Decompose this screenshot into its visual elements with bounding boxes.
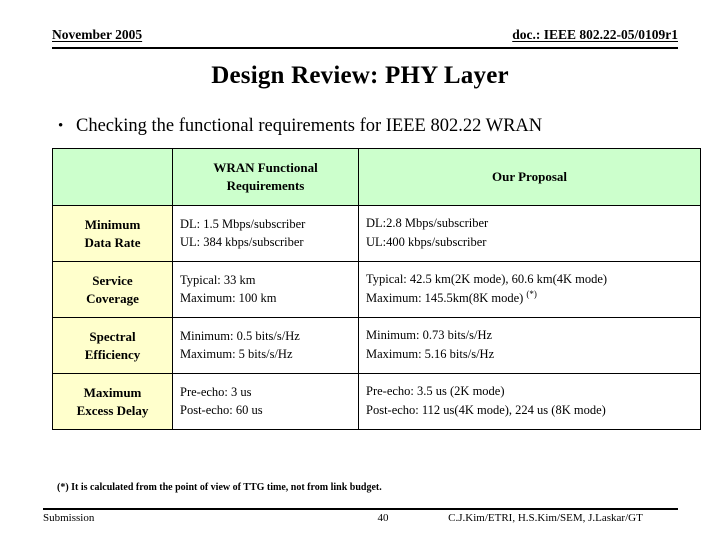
row-label-line-1: Service bbox=[92, 272, 133, 288]
footer-page-number: 40 bbox=[377, 512, 389, 524]
header-divider bbox=[52, 47, 678, 49]
requirement-line-1: DL: 1.5 Mbps/subscriber bbox=[180, 217, 306, 232]
row-proposal-service-coverage: Typical: 42.5 km(2K mode), 60.6 km(4K mo… bbox=[358, 261, 701, 318]
row-label-minimum-data-rate: Minimum Data Rate bbox=[52, 205, 173, 262]
proposal-line-1: Typical: 42.5 km(2K mode), 60.6 km(4K mo… bbox=[366, 272, 608, 287]
proposal-line-2-text: UL:400 kbps/subscriber bbox=[366, 235, 487, 250]
proposal-line-2-text: Maximum: 145.5km(8K mode) bbox=[366, 291, 524, 306]
row-label-spectral-efficiency: Spectral Efficiency bbox=[52, 317, 173, 374]
row-requirement-maximum-excess-delay: Pre-echo: 3 us Post-echo: 60 us bbox=[172, 373, 359, 430]
requirement-line-2: Maximum: 5 bits/s/Hz bbox=[180, 346, 293, 361]
row-proposal-maximum-excess-delay: Pre-echo: 3.5 us (2K mode) Post-echo: 11… bbox=[358, 373, 701, 430]
header-date: November 2005 bbox=[52, 27, 143, 42]
row-requirement-spectral-efficiency: Minimum: 0.5 bits/s/Hz Maximum: 5 bits/s… bbox=[172, 317, 359, 374]
table-row: Service Coverage Typical: 33 km Maximum:… bbox=[52, 261, 701, 318]
requirement-line-2: Maximum: 100 km bbox=[180, 290, 277, 305]
proposal-line-1: Pre-echo: 3.5 us (2K mode) bbox=[366, 384, 505, 399]
proposal-line-1: DL:2.8 Mbps/subscriber bbox=[366, 216, 489, 231]
row-label-line-2: Efficiency bbox=[84, 346, 141, 362]
row-label-line-2: Coverage bbox=[86, 290, 139, 306]
row-label-maximum-excess-delay: Maximum Excess Delay bbox=[52, 373, 173, 430]
proposal-line-2: Post-echo: 112 us(4K mode), 224 us (8K m… bbox=[366, 400, 693, 419]
page-title: Design Review: PHY Layer bbox=[211, 62, 509, 89]
requirements-table: WRAN Functional Requirements Our Proposa… bbox=[52, 148, 701, 430]
table-header-our-proposal: Our Proposal bbox=[358, 148, 701, 206]
proposal-line-2-text: Post-echo: 112 us(4K mode), 224 us (8K m… bbox=[366, 403, 606, 418]
row-label-line-2: Excess Delay bbox=[76, 402, 149, 418]
row-proposal-spectral-efficiency: Minimum: 0.73 bits/s/Hz Maximum: 5.16 bi… bbox=[358, 317, 701, 374]
table-header-row: WRAN Functional Requirements Our Proposa… bbox=[52, 148, 701, 206]
header-document-number: doc.: IEEE 802.22-05/0109r1 bbox=[512, 27, 678, 42]
wran-requirements-line-1: WRAN Functional bbox=[213, 160, 318, 176]
row-label-line-1: Spectral bbox=[89, 328, 136, 344]
bullet-item-text: Checking the functional requirements for… bbox=[76, 116, 543, 136]
footnote-marker: (*) bbox=[526, 289, 537, 300]
footer-divider bbox=[43, 508, 678, 510]
row-requirement-service-coverage: Typical: 33 km Maximum: 100 km bbox=[172, 261, 359, 318]
proposal-line-2-text: Maximum: 5.16 bits/s/Hz bbox=[366, 347, 495, 362]
row-label-line-1: Maximum bbox=[83, 384, 142, 400]
proposal-line-1: Minimum: 0.73 bits/s/Hz bbox=[366, 328, 493, 343]
table-row: Maximum Excess Delay Pre-echo: 3 us Post… bbox=[52, 373, 701, 430]
row-label-line-1: Minimum bbox=[84, 216, 141, 232]
row-label-line-2: Data Rate bbox=[84, 234, 141, 250]
wran-requirements-line-2: Requirements bbox=[226, 178, 305, 193]
requirement-line-2: Post-echo: 60 us bbox=[180, 402, 263, 417]
table-row: Minimum Data Rate DL: 1.5 Mbps/subscribe… bbox=[52, 205, 701, 262]
table-header-wran-requirements: WRAN Functional Requirements bbox=[172, 148, 359, 206]
footer-authors: C.J.Kim/ETRI, H.S.Kim/SEM, J.Laskar/GT bbox=[448, 512, 643, 524]
row-proposal-minimum-data-rate: DL:2.8 Mbps/subscriber UL:400 kbps/subsc… bbox=[358, 205, 701, 262]
requirement-line-1: Pre-echo: 3 us bbox=[180, 385, 252, 400]
bullet-dot-icon: • bbox=[58, 118, 64, 134]
footer-submission-label: Submission bbox=[43, 512, 95, 524]
proposal-line-2: UL:400 kbps/subscriber bbox=[366, 232, 693, 251]
requirement-line-1: Typical: 33 km bbox=[180, 273, 256, 288]
requirement-line-1: Minimum: 0.5 bits/s/Hz bbox=[180, 329, 300, 344]
slide-footer: Submission 40 C.J.Kim/ETRI, H.S.Kim/SEM,… bbox=[43, 512, 678, 524]
slide-header: November 2005 doc.: IEEE 802.22-05/0109r… bbox=[52, 27, 678, 43]
bullet-item: • Checking the functional requirements f… bbox=[58, 116, 698, 137]
requirement-line-2: UL: 384 kbps/subscriber bbox=[180, 234, 304, 249]
row-requirement-minimum-data-rate: DL: 1.5 Mbps/subscriber UL: 384 kbps/sub… bbox=[172, 205, 359, 262]
footnote-text: (*) It is calculated from the point of v… bbox=[57, 482, 382, 493]
proposal-line-2: Maximum: 145.5km(8K mode) (*) bbox=[366, 288, 693, 307]
table-row: Spectral Efficiency Minimum: 0.5 bits/s/… bbox=[52, 317, 701, 374]
row-label-service-coverage: Service Coverage bbox=[52, 261, 173, 318]
table-header-blank bbox=[52, 148, 173, 206]
proposal-line-2: Maximum: 5.16 bits/s/Hz bbox=[366, 344, 693, 363]
